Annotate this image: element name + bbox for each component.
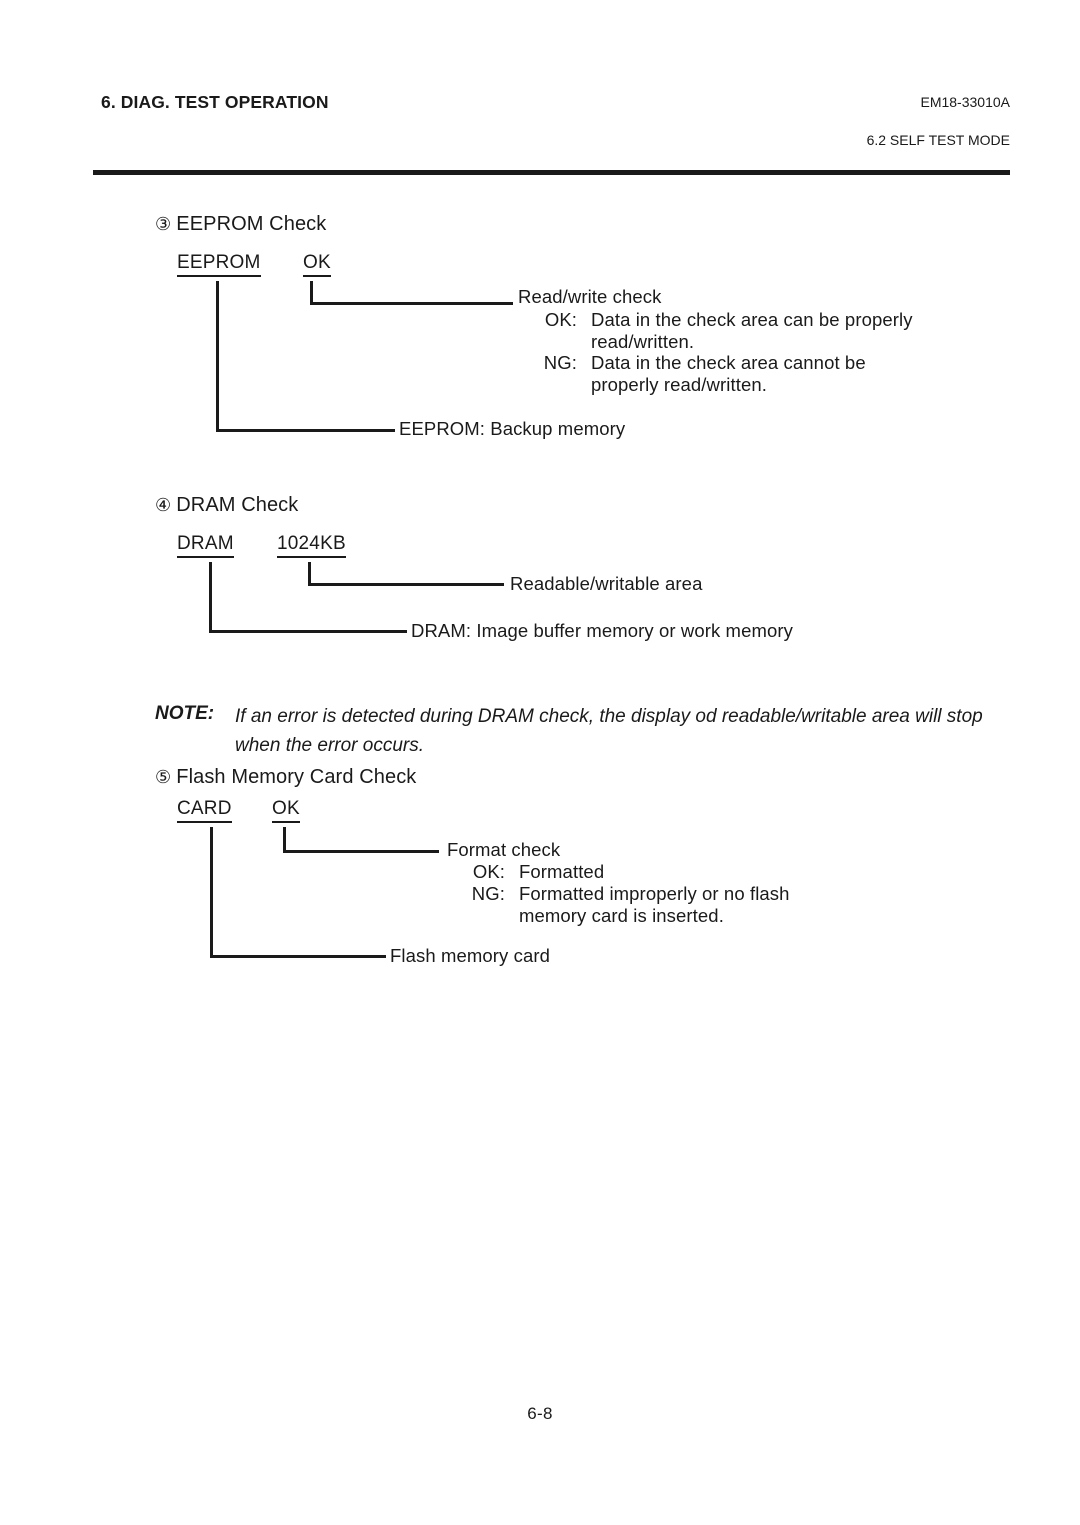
page-header: 6. DIAG. TEST OPERATION EM18-33010A 6.2 … [93, 88, 1010, 158]
result-tag-card-ok: OK: [472, 861, 505, 882]
code-label-dram: DRAM [177, 534, 234, 558]
section-marker-4: ④ [155, 495, 172, 515]
leader-vertical-eeprom-code [216, 281, 219, 431]
leader-horizontal-dram-code [209, 630, 407, 633]
result-text-card-ok: Formatted [519, 861, 605, 882]
result-body-card-ng: Formatted improperly or no flash memory c… [505, 883, 790, 927]
leader-horizontal-dram-value [308, 583, 504, 586]
value-label-card: OK [272, 799, 300, 823]
result-text-card-ng: Formatted improperly or no flash [519, 883, 790, 904]
note-label: NOTE: [155, 703, 215, 724]
result-row-card-ng: NG: Formatted improperly or no flash memor… [463, 883, 790, 927]
leader-vertical-card-code [210, 827, 213, 955]
result-tag-eeprom-ng: NG: [543, 352, 577, 373]
leader-horizontal-eeprom-code [216, 429, 395, 432]
result-continuation-eeprom-ng: properly read/written. [591, 374, 767, 395]
section-heading-label-dram: DRAM Check [176, 494, 299, 516]
annotation-card-code: Flash memory card [390, 945, 551, 966]
section-heading-label-card: Flash Memory Card Check [176, 766, 417, 788]
section-heading-dram: ④ DRAM Check [155, 494, 298, 517]
result-row-eeprom-ng: NG: Data in the check area cannot be prope… [535, 352, 866, 396]
leader-vertical-dram-code [209, 562, 212, 632]
result-text-eeprom-ng: Data in the check area cannot be [591, 352, 866, 373]
chapter-title: 6. DIAG. TEST OPERATION [101, 92, 329, 112]
result-body-eeprom-ok: Data in the check area can be properly re… [577, 309, 913, 353]
section-marker-3: ③ [155, 214, 172, 234]
result-body-eeprom-ng: Data in the check area cannot be properly… [577, 352, 866, 396]
annotation-eeprom-code: EEPROM: Backup memory [399, 418, 626, 439]
result-text-eeprom-ok: Data in the check area can be properly [591, 309, 913, 330]
section-heading-label-eeprom: EEPROM Check [176, 213, 327, 235]
result-body-card-ok: Formatted [505, 861, 604, 883]
section-title: 6.2 SELF TEST MODE [866, 132, 1010, 148]
result-tag-card-ng: NG: [471, 883, 505, 904]
document-number: EM18-33010A [920, 94, 1010, 110]
result-continuation-eeprom-ok: read/written. [591, 331, 695, 352]
result-row-card-ok: OK: Formatted [463, 861, 604, 883]
code-label-eeprom: EEPROM [177, 253, 261, 277]
result-row-eeprom-ok: OK: Data in the check area can be properl… [535, 309, 913, 353]
section-heading-card: ⑤ Flash Memory Card Check [155, 766, 416, 789]
result-continuation-card-ng: memory card is inserted. [519, 905, 724, 926]
note-text: If an error is detected during DRAM chec… [235, 706, 983, 756]
value-label-dram: 1024KB [277, 534, 346, 558]
code-label-card: CARD [177, 799, 232, 823]
value-label-eeprom: OK [303, 253, 331, 277]
leader-horizontal-card-code [210, 955, 386, 958]
result-tag-eeprom-ok: OK: [544, 309, 577, 330]
section-marker-5: ⑤ [155, 767, 172, 787]
leader-horizontal-eeprom-value [310, 302, 513, 305]
header-divider [93, 170, 1010, 175]
section-heading-eeprom: ③ EEPROM Check [155, 213, 326, 236]
annotation-dram-code: DRAM: Image buffer memory or work memory [411, 620, 793, 641]
annotation-dram-value: Readable/writable area [510, 573, 703, 594]
page-footer: 6-8 [527, 1404, 553, 1423]
annotation-card-value: Format check [447, 839, 561, 860]
annotation-eeprom-value: Read/write check [518, 286, 662, 307]
leader-horizontal-card-value [283, 850, 439, 853]
